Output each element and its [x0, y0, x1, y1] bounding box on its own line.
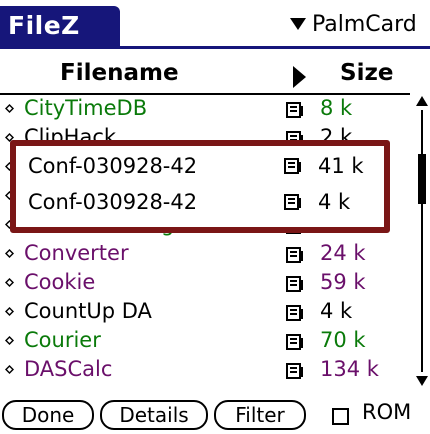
- bullet-diamond-icon: [5, 278, 14, 287]
- column-toggle-arrow-icon[interactable]: [293, 66, 306, 88]
- list-item-name: CountUp DA: [24, 299, 152, 323]
- card-selector[interactable]: PalmCard: [290, 6, 417, 42]
- bullet-diamond-icon: [5, 336, 14, 345]
- list-item-size: 70 k: [320, 328, 366, 352]
- document-icon: [286, 246, 304, 264]
- scrollbar-thumb[interactable]: [418, 154, 426, 204]
- list-item-name: Cookie: [24, 270, 96, 294]
- highlighted-row[interactable]: Conf-030928-42 41 k: [16, 148, 384, 184]
- app-title-tab[interactable]: FileZ: [0, 6, 120, 46]
- title-underline: [0, 46, 430, 49]
- document-icon: [286, 333, 304, 351]
- highlighted-row-size: 41 k: [318, 154, 364, 178]
- document-icon: [286, 101, 304, 119]
- details-button[interactable]: Details: [100, 400, 208, 430]
- bottom-toolbar: Done Details Filter ROM: [0, 398, 430, 432]
- card-selector-label: PalmCard: [312, 11, 417, 37]
- rom-checkbox[interactable]: [332, 408, 349, 425]
- list-item-name: Courier: [24, 328, 101, 352]
- highlight-box: Conf-030928-42 41 k Conf-030928-42 4 k: [10, 140, 390, 233]
- list-item-size: 59 k: [320, 270, 366, 294]
- scroll-up-arrow-icon[interactable]: [416, 96, 428, 106]
- list-item[interactable]: DASCalc 134 k: [0, 357, 410, 386]
- column-header: Filename Size: [0, 58, 410, 94]
- highlighted-row[interactable]: Conf-030928-42 4 k: [16, 184, 384, 220]
- highlighted-row-size: 4 k: [318, 190, 351, 214]
- document-icon: [286, 362, 304, 380]
- rom-checkbox-label[interactable]: ROM: [362, 400, 411, 424]
- bullet-diamond-icon: [5, 307, 14, 316]
- list-item-size: 24 k: [320, 241, 366, 265]
- document-icon: [286, 275, 304, 293]
- list-item[interactable]: CountUp DA 4 k: [0, 299, 410, 328]
- list-item[interactable]: Courier 70 k: [0, 328, 410, 357]
- document-icon: [286, 304, 304, 322]
- done-button[interactable]: Done: [2, 400, 94, 430]
- list-item-size: 134 k: [320, 357, 379, 381]
- dropdown-triangle-icon: [290, 18, 306, 30]
- document-icon: [284, 157, 302, 175]
- bullet-diamond-icon: [5, 249, 14, 258]
- document-icon: [284, 193, 302, 211]
- list-item-name: DASCalc: [24, 357, 113, 381]
- app-title: FileZ: [8, 11, 80, 40]
- highlighted-row-name: Conf-030928-42: [28, 154, 198, 178]
- list-item-size: 8 k: [320, 96, 353, 120]
- list-item[interactable]: Cookie 59 k: [0, 270, 410, 299]
- scrollbar[interactable]: [416, 96, 428, 386]
- list-item-size: 4 k: [320, 299, 353, 323]
- filter-button[interactable]: Filter: [214, 400, 306, 430]
- scroll-down-arrow-icon[interactable]: [416, 376, 428, 386]
- header-divider: [0, 93, 410, 95]
- list-item[interactable]: Converter 24 k: [0, 241, 410, 270]
- highlighted-row-name: Conf-030928-42: [28, 190, 198, 214]
- filename-column-header[interactable]: Filename: [60, 60, 179, 86]
- list-item[interactable]: CityTimeDB 8 k: [0, 96, 410, 125]
- size-column-header[interactable]: Size: [340, 60, 393, 86]
- title-bar: FileZ PalmCard: [0, 0, 430, 52]
- bullet-diamond-icon: [5, 104, 14, 113]
- list-item-name: CityTimeDB: [24, 96, 148, 120]
- bullet-diamond-icon: [5, 365, 14, 374]
- list-item-name: Converter: [24, 241, 129, 265]
- scrollbar-track[interactable]: [421, 110, 423, 372]
